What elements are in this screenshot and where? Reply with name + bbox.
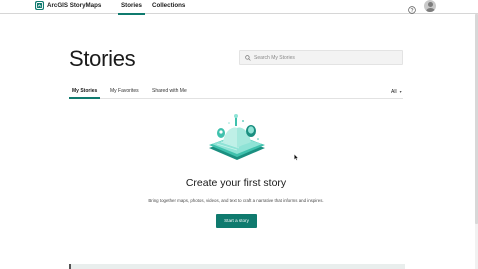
empty-state-title: Create your first story [185, 177, 287, 189]
start-a-story-button[interactable]: Start a story [216, 214, 257, 228]
filter-selected-value: All [391, 89, 397, 95]
subtab-shared-with-me[interactable]: Shared with Me [152, 88, 187, 95]
subtab-my-stories[interactable]: My Stories [68, 88, 101, 99]
search-icon [245, 54, 251, 61]
top-navigation-bar: ArcGIS StoryMaps Stories Collections [0, 0, 478, 15]
subtab-my-favorites[interactable]: My Favorites [110, 88, 139, 95]
avatar-body [425, 8, 435, 12]
page-title: Stories [69, 46, 136, 71]
filter-dropdown[interactable]: All ▾ [391, 88, 402, 96]
avatar-head [427, 2, 433, 7]
search-field[interactable] [239, 50, 403, 65]
story-card-partial[interactable] [69, 264, 405, 269]
question-circle-icon[interactable] [408, 1, 416, 14]
mouse-cursor-icon [294, 154, 299, 161]
tab-collections[interactable]: Collections [152, 1, 185, 10]
storymaps-logo-icon[interactable] [35, 1, 44, 10]
empty-state-description: Bring together maps, photos, videos, and… [148, 198, 324, 203]
chevron-down-icon: ▾ [399, 89, 402, 94]
search-input[interactable] [254, 51, 398, 64]
tab-stories[interactable]: Stories [118, 1, 145, 15]
user-avatar-icon[interactable] [424, 0, 436, 12]
brand-name[interactable]: ArcGIS StoryMaps [47, 1, 101, 10]
story-filter-tabs: My Stories My Favorites Shared with Me A… [68, 85, 403, 99]
book-with-map-pins-illustration [203, 112, 269, 168]
